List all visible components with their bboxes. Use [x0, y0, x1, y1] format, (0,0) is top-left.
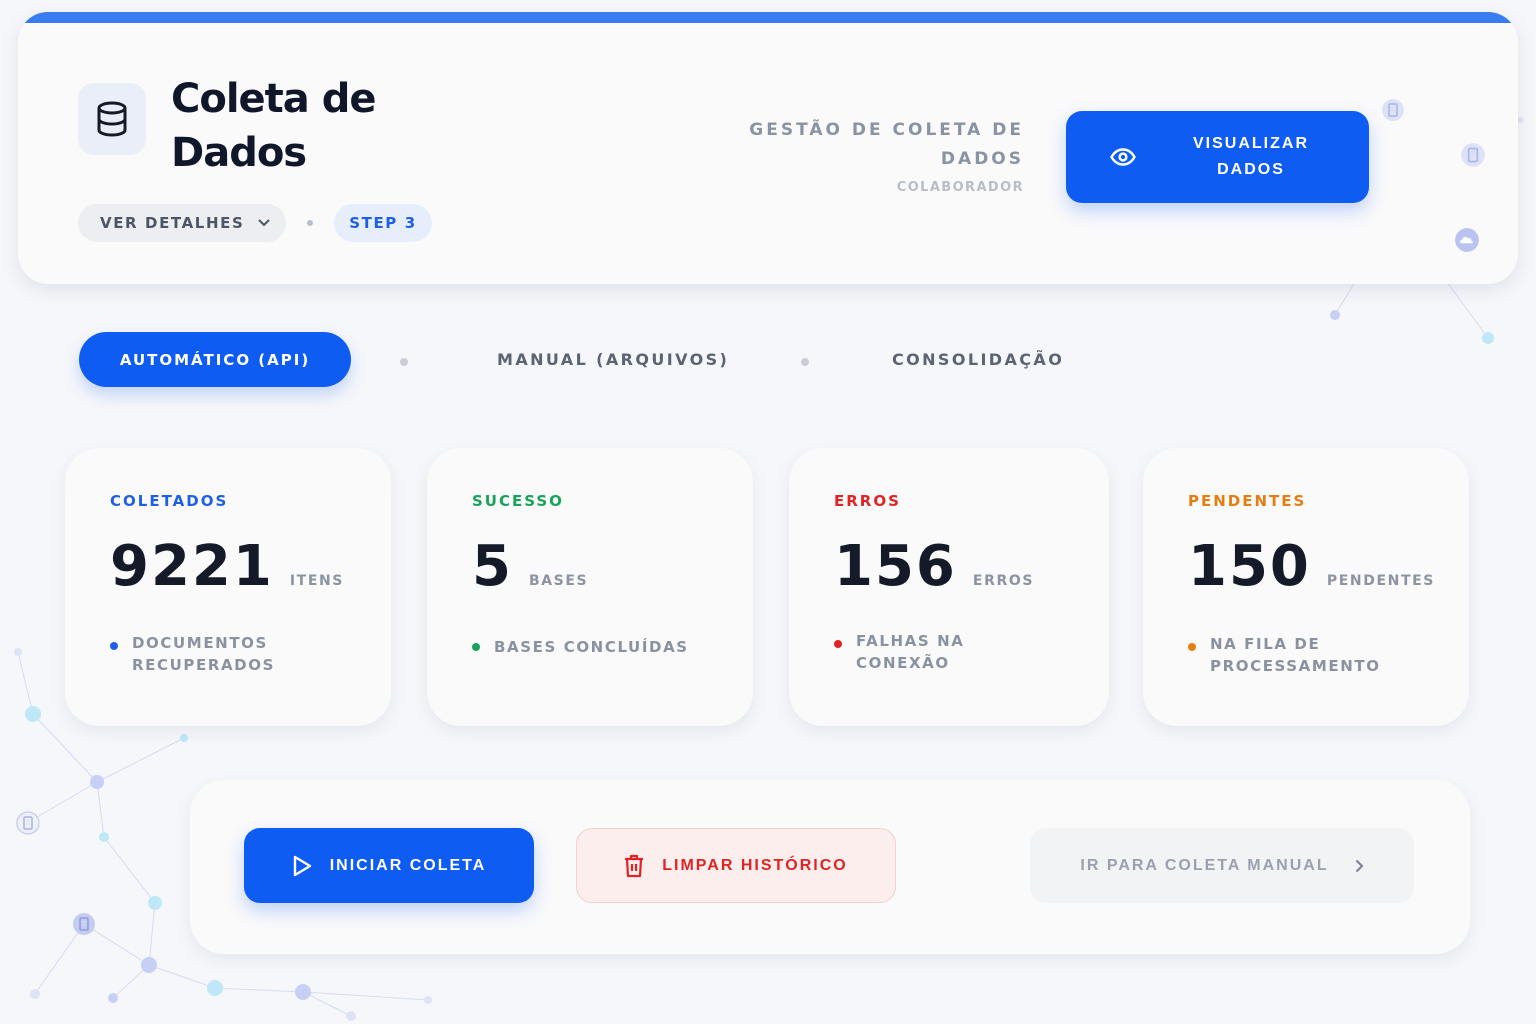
stat-value: 156: [834, 534, 957, 599]
go-to-manual-collection-button[interactable]: IR PARA COLETA MANUAL: [1030, 828, 1414, 903]
stat-card-errors: ERROS 156 ERROS FALHAS NA CONEXÃO: [789, 448, 1109, 726]
stat-description: NA FILA DE PROCESSAMENTO: [1210, 635, 1381, 675]
user-role: COLABORADOR: [896, 180, 1024, 195]
document-icon: [73, 913, 95, 935]
trash-icon: [624, 854, 644, 878]
stat-value: 5: [472, 534, 513, 599]
view-data-button[interactable]: VISUALIZAR DADOS: [1066, 111, 1369, 203]
details-label: VER DETALHES: [100, 214, 245, 232]
details-toggle[interactable]: VER DETALHES: [78, 204, 286, 242]
stat-value: 9221: [110, 534, 274, 599]
stat-unit: BASES: [528, 573, 589, 589]
stat-label: PENDENTES: [1188, 492, 1307, 510]
clear-history-label: LIMPAR HISTÓRICO: [662, 856, 848, 874]
status-dot: [472, 643, 480, 651]
stat-description: DOCUMENTOS RECUPERADOS: [132, 634, 275, 674]
header-separator-dot: [307, 220, 313, 226]
stat-value: 150: [1188, 534, 1311, 599]
document-icon: [1382, 99, 1404, 121]
tab-separator-dot: [400, 358, 408, 366]
stat-unit: PENDENTES: [1326, 573, 1435, 589]
stat-unit: ERROS: [972, 573, 1035, 589]
eye-icon: [1110, 148, 1136, 166]
header-subtitle: GESTÃO DE COLETA DE DADOS: [749, 120, 1024, 169]
start-collection-button[interactable]: INICIAR COLETA: [244, 828, 534, 903]
stat-description: FALHAS NA CONEXÃO: [856, 632, 965, 672]
document-icon: [1461, 143, 1485, 167]
stat-card-success: SUCESSO 5 BASES BASES CONCLUÍDAS: [427, 448, 753, 726]
tab-automatic-api[interactable]: AUTOMÁTICO (API): [79, 332, 351, 387]
page-title: Coleta de Dados: [171, 76, 376, 176]
header-card: Coleta de Dados VER DETALHES STEP 3 GEST…: [18, 12, 1518, 284]
go-to-manual-label: IR PARA COLETA MANUAL: [1080, 856, 1329, 874]
chevron-down-icon: [258, 219, 271, 227]
database-icon: [78, 83, 146, 155]
status-dot: [1188, 643, 1196, 651]
stat-card-collected: COLETADOS 9221 ITENS DOCUMENTOS RECUPERA…: [65, 448, 391, 726]
tab-separator-dot: [801, 358, 809, 366]
document-icon: [16, 811, 40, 835]
start-collection-label: INICIAR COLETA: [329, 856, 487, 874]
play-icon: [292, 855, 312, 877]
status-dot: [110, 642, 118, 650]
stat-label: SUCESSO: [472, 492, 564, 510]
stat-card-pending: PENDENTES 150 PENDENTES NA FILA DE PROCE…: [1143, 448, 1469, 726]
chevron-right-icon: [1355, 859, 1364, 873]
stat-label: ERROS: [834, 492, 901, 510]
stat-label: COLETADOS: [110, 492, 229, 510]
status-dot: [834, 640, 842, 648]
step-badge: STEP 3: [334, 204, 432, 242]
stat-unit: ITENS: [289, 573, 344, 589]
tab-consolidation[interactable]: CONSOLIDAÇÃO: [892, 332, 1064, 387]
header-info: GESTÃO DE COLETA DE DADOS COLABORADOR: [724, 116, 1024, 195]
view-data-label: VISUALIZAR DADOS: [1193, 135, 1309, 178]
cloud-icon: [1455, 228, 1479, 252]
stat-description: BASES CONCLUÍDAS: [494, 638, 689, 656]
clear-history-button[interactable]: LIMPAR HISTÓRICO: [576, 828, 896, 903]
header-accent-bar: [18, 12, 1518, 23]
tab-manual-files[interactable]: MANUAL (ARQUIVOS): [497, 332, 729, 387]
